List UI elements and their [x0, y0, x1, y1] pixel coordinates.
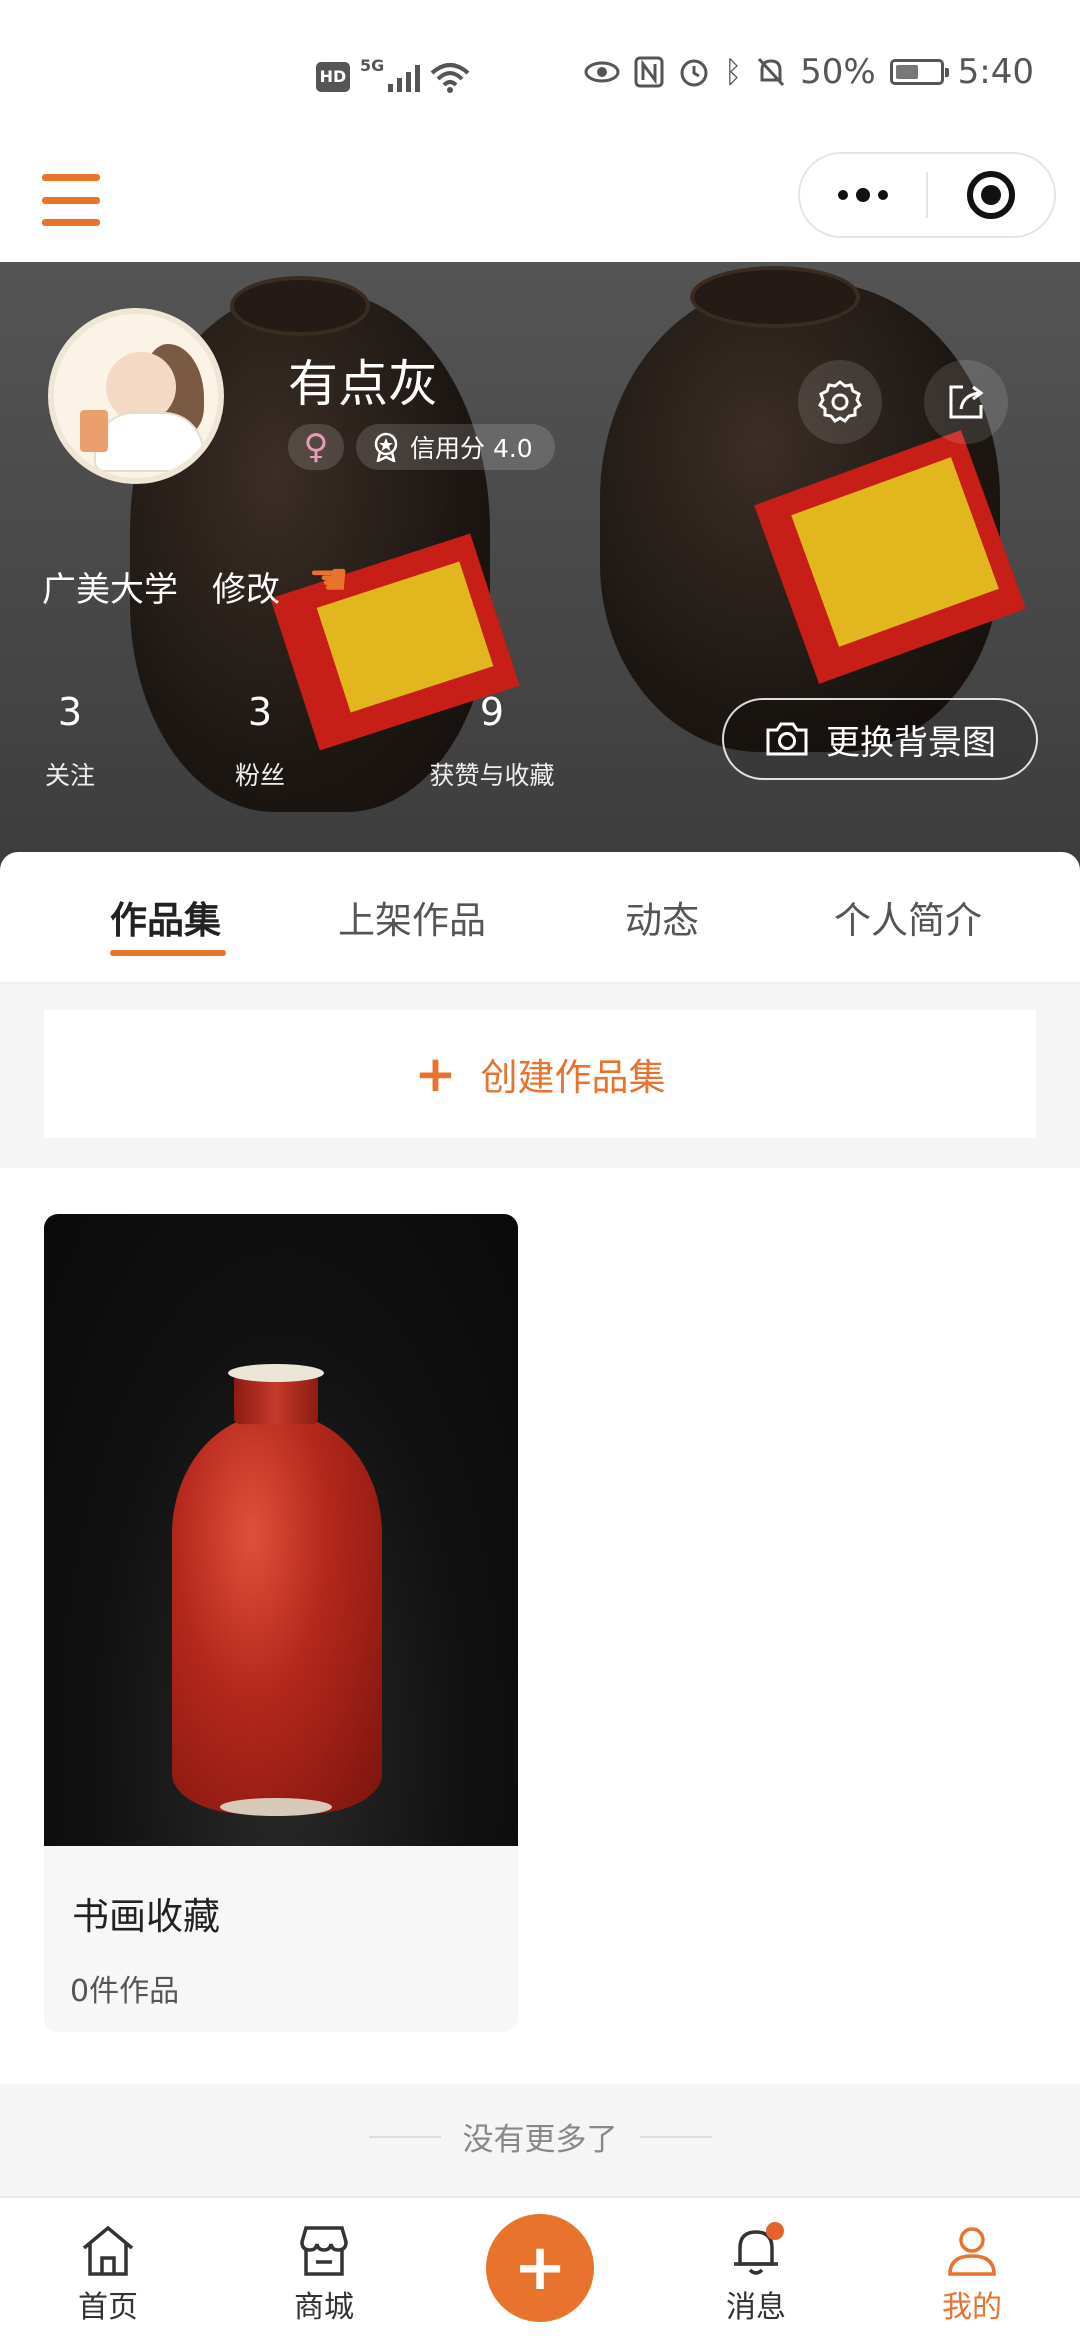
create-collection-label: 创建作品集 [480, 1056, 666, 1099]
profile-tabs: 作品集 上架作品 动态 个人简介 [0, 852, 1080, 984]
close-miniprogram-icon[interactable] [928, 171, 1054, 219]
stat-label: 获赞与收藏 [429, 761, 555, 790]
female-icon: ♀ [288, 424, 344, 470]
top-navigation-bar [0, 150, 1080, 262]
plus-icon: + [414, 1045, 457, 1103]
medal-icon [374, 432, 398, 462]
end-of-list: 没有更多了 [0, 2114, 1080, 2159]
store-icon [292, 2218, 356, 2282]
stat-value: 3 [247, 690, 273, 734]
tabbar-messages-label: 消息 [726, 2290, 786, 2325]
pointing-hand-icon: ☚ [308, 552, 350, 606]
vase-rim [228, 1364, 324, 1382]
eye-icon [584, 61, 620, 83]
wifi-icon [430, 62, 470, 93]
clock-time: 5:40 [957, 52, 1034, 92]
hd-icon: HD [316, 61, 350, 92]
status-bar: HD 5G ᛒ 50% 5:40 [0, 0, 1080, 150]
vase-illustration [172, 1414, 382, 1814]
network-type-label: 5G [360, 56, 385, 75]
stat-value: 9 [479, 690, 505, 734]
tabbar-home-label: 首页 [78, 2290, 138, 2325]
divider-line [368, 2135, 441, 2138]
share-button[interactable] [924, 360, 1008, 444]
stat-label: 粉丝 [234, 761, 285, 790]
bell-muted-icon [757, 57, 785, 87]
tab-activity[interactable]: 动态 [625, 890, 699, 944]
avatar[interactable] [48, 308, 224, 484]
background-jar-right-neck [690, 266, 860, 328]
publish-button[interactable]: + [486, 2214, 594, 2322]
school-name: 广美大学 [42, 570, 178, 610]
tabbar-messages[interactable]: 消息 [696, 2218, 816, 2326]
stat-value: 3 [57, 690, 83, 734]
stat-label: 关注 [44, 761, 95, 790]
status-bar-left: HD 5G [316, 56, 470, 97]
stat-followers[interactable]: 3 粉丝 [190, 690, 330, 792]
camera-icon [766, 722, 808, 756]
change-background-button[interactable]: 更换背景图 [722, 698, 1038, 780]
profile-header: 有点灰 ♀ 信用分 4.0 广美大学 修改 ☚ 3 关注 3 粉丝 9 获赞与收… [0, 262, 1080, 882]
bluetooth-icon: ᛒ [724, 54, 743, 90]
vase-foot [220, 1798, 332, 1816]
gear-icon [818, 380, 862, 423]
unread-dot [766, 2222, 784, 2240]
alarm-icon [680, 59, 708, 87]
collection-card[interactable]: 书画收藏 0件作品 [44, 1214, 518, 2032]
battery-icon [889, 59, 949, 85]
nfc-icon [634, 56, 664, 88]
tabbar-mall[interactable]: 商城 [264, 2218, 384, 2326]
username: 有点灰 [288, 355, 438, 413]
tabbar-home[interactable]: 首页 [48, 2218, 168, 2326]
tabbar-mall-label: 商城 [294, 2290, 354, 2325]
no-more-label: 没有更多了 [462, 2122, 618, 2158]
stat-likes-collections[interactable]: 9 获赞与收藏 [412, 690, 572, 792]
battery-percent: 50% [800, 52, 876, 92]
settings-button[interactable] [798, 360, 882, 444]
miniprogram-capsule [798, 152, 1056, 238]
create-collection-button[interactable]: + 创建作品集 [44, 1010, 1036, 1138]
tabbar-mine-label: 我的 [942, 2290, 1002, 2325]
edit-school-link[interactable]: 修改 [212, 562, 280, 611]
bell-icon [724, 2218, 788, 2282]
divider-line [639, 2135, 712, 2138]
tab-bio[interactable]: 个人简介 [834, 890, 982, 944]
home-icon [76, 2218, 140, 2282]
cellular-signal-icon [388, 62, 421, 92]
tab-listed-works[interactable]: 上架作品 [338, 890, 486, 944]
tab-collections[interactable]: 作品集 [110, 890, 221, 944]
more-options-icon[interactable] [800, 188, 926, 202]
collection-cover-image [44, 1214, 518, 1846]
background-jar-left-neck [230, 276, 370, 336]
user-icon [940, 2218, 1004, 2282]
collection-title: 书画收藏 [72, 1895, 220, 1938]
change-background-label: 更换背景图 [826, 722, 996, 763]
avatar-body [94, 412, 204, 472]
menu-icon[interactable] [42, 174, 100, 226]
stat-following[interactable]: 3 关注 [0, 690, 140, 792]
collection-count: 0件作品 [70, 1974, 180, 2009]
avatar-cup [80, 410, 108, 452]
tabbar-mine[interactable]: 我的 [912, 2218, 1032, 2326]
active-tab-indicator [110, 950, 226, 956]
credit-score-badge[interactable]: 信用分 4.0 [356, 424, 555, 470]
status-bar-right: ᛒ 50% 5:40 [584, 52, 1034, 92]
share-icon [949, 385, 984, 419]
credit-score-label: 信用分 4.0 [410, 434, 533, 463]
